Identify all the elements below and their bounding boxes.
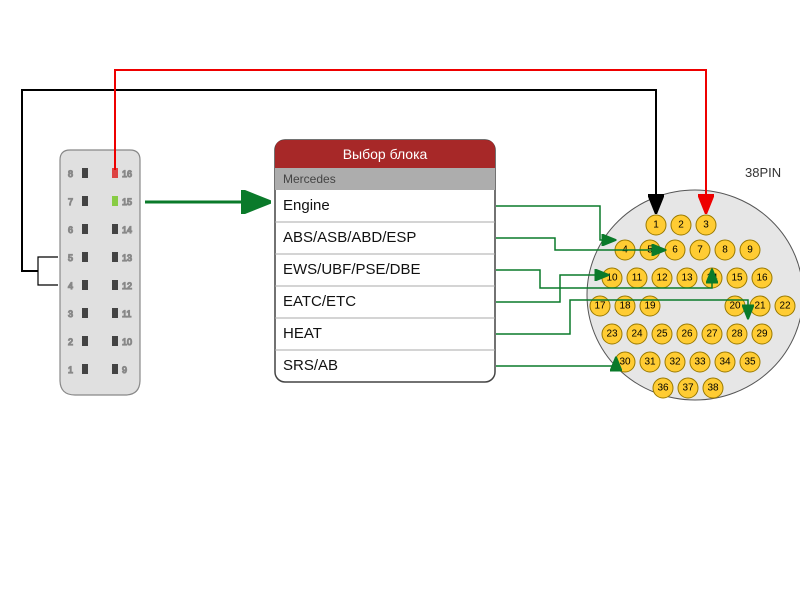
svg-text:13: 13	[122, 253, 132, 263]
svg-text:1: 1	[653, 220, 659, 231]
svg-text:16: 16	[122, 169, 132, 179]
svg-text:19: 19	[644, 301, 656, 312]
svg-text:HEAT: HEAT	[283, 325, 322, 342]
svg-text:37: 37	[682, 383, 694, 394]
svg-text:SRS/AB: SRS/AB	[283, 357, 338, 374]
menu-item[interactable]: EATC/ETC	[275, 293, 495, 318]
menu-item[interactable]: SRS/AB	[283, 357, 338, 374]
svg-text:24: 24	[631, 329, 643, 340]
menu-subtitle: Mercedes	[283, 172, 336, 186]
svg-text:1: 1	[68, 365, 73, 375]
svg-text:10: 10	[122, 337, 132, 347]
svg-text:9: 9	[747, 245, 753, 256]
svg-text:10: 10	[606, 273, 618, 284]
wire-engine	[496, 206, 615, 240]
svg-text:4: 4	[68, 281, 73, 291]
svg-text:12: 12	[122, 281, 132, 291]
svg-text:29: 29	[756, 329, 768, 340]
wire-srs	[496, 358, 616, 366]
svg-text:EWS/UBF/PSE/DBE: EWS/UBF/PSE/DBE	[283, 261, 421, 278]
svg-text:17: 17	[594, 301, 606, 312]
menu-box: Выбор блока Mercedes Engine ABS/ASB/ABD/…	[275, 140, 495, 382]
svg-text:27: 27	[706, 329, 718, 340]
svg-text:ABS/ASB/ABD/ESP: ABS/ASB/ABD/ESP	[283, 229, 416, 246]
svg-text:35: 35	[744, 357, 756, 368]
menu-item[interactable]: EWS/UBF/PSE/DBE	[275, 261, 495, 286]
menu-item[interactable]: ABS/ASB/ABD/ESP	[275, 229, 495, 254]
svg-text:8: 8	[722, 245, 728, 256]
svg-text:2: 2	[68, 337, 73, 347]
svg-text:34: 34	[719, 357, 731, 368]
svg-text:28: 28	[731, 329, 743, 340]
svg-text:Engine: Engine	[283, 197, 330, 214]
svg-text:13: 13	[681, 273, 693, 284]
svg-text:22: 22	[779, 301, 791, 312]
svg-text:7: 7	[697, 245, 703, 256]
svg-text:32: 32	[669, 357, 681, 368]
svg-text:8: 8	[68, 169, 73, 179]
svg-text:20: 20	[729, 301, 741, 312]
svg-text:6: 6	[672, 245, 678, 256]
svg-text:15: 15	[731, 273, 743, 284]
ground-bracket	[38, 257, 58, 285]
svg-text:11: 11	[122, 309, 131, 319]
menu-item[interactable]: Engine	[275, 197, 495, 222]
svg-text:36: 36	[657, 383, 669, 394]
svg-text:6: 6	[68, 225, 73, 235]
svg-text:11: 11	[632, 273, 643, 284]
svg-text:33: 33	[694, 357, 706, 368]
svg-text:21: 21	[754, 301, 766, 312]
svg-text:9: 9	[122, 365, 127, 375]
svg-text:30: 30	[619, 357, 631, 368]
svg-text:EATC/ETC: EATC/ETC	[283, 293, 356, 310]
svg-text:18: 18	[619, 301, 631, 312]
svg-text:5: 5	[68, 253, 73, 263]
svg-text:7: 7	[68, 197, 73, 207]
svg-text:12: 12	[656, 273, 668, 284]
svg-text:14: 14	[122, 225, 132, 235]
svg-text:3: 3	[703, 220, 709, 231]
svg-text:38: 38	[707, 383, 719, 394]
svg-text:31: 31	[644, 357, 656, 368]
svg-text:16: 16	[756, 273, 768, 284]
svg-text:25: 25	[656, 329, 668, 340]
connector-38pin-label: 38PIN	[745, 165, 781, 180]
menu-title: Выбор блока	[343, 146, 428, 162]
svg-text:15: 15	[122, 197, 132, 207]
svg-text:23: 23	[606, 329, 618, 340]
svg-text:3: 3	[68, 309, 73, 319]
svg-text:26: 26	[681, 329, 693, 340]
svg-text:2: 2	[678, 220, 684, 231]
obd16-connector: 8 7 6 5 4 3 2 1 16 15 14 13 12 11 10 9	[60, 150, 140, 395]
menu-item[interactable]: HEAT	[275, 325, 495, 350]
